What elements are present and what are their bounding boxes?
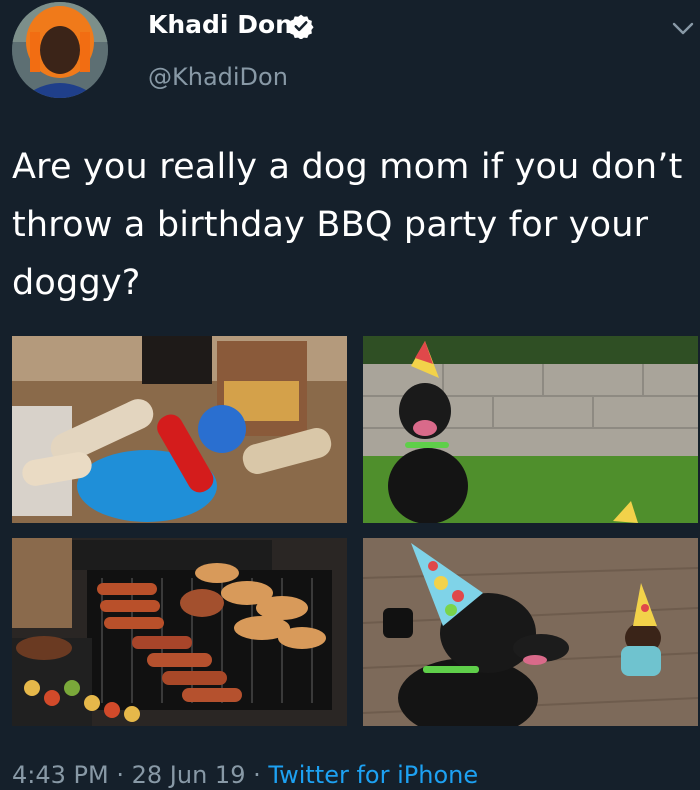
tweet: Khadi Don @KhadiDon Are you really a dog… — [0, 0, 700, 790]
photo-bbq-grill[interactable] — [12, 538, 347, 726]
meta-separator: · — [253, 761, 261, 789]
tweet-date[interactable]: 28 Jun 19 — [132, 761, 246, 789]
tweet-metadata: 4:43 PM · 28 Jun 19 · Twitter for iPhone — [12, 761, 478, 789]
display-name[interactable]: Khadi Don — [148, 10, 293, 39]
tweet-text: Are you really a dog mom if you don’t th… — [12, 147, 683, 303]
handle[interactable]: @KhadiDon — [148, 63, 288, 91]
chevron-down-icon[interactable] — [672, 22, 694, 36]
tweet-source-link[interactable]: Twitter for iPhone — [268, 761, 478, 789]
photo-dog-on-grass[interactable] — [363, 336, 698, 523]
photo-dog-toys[interactable] — [12, 336, 347, 523]
avatar[interactable] — [12, 2, 108, 98]
verified-icon — [288, 14, 314, 39]
photo-grid — [12, 336, 698, 726]
photo-dogs-party-hats[interactable] — [363, 538, 698, 726]
meta-separator: · — [116, 761, 124, 789]
tweet-time[interactable]: 4:43 PM — [12, 761, 109, 789]
